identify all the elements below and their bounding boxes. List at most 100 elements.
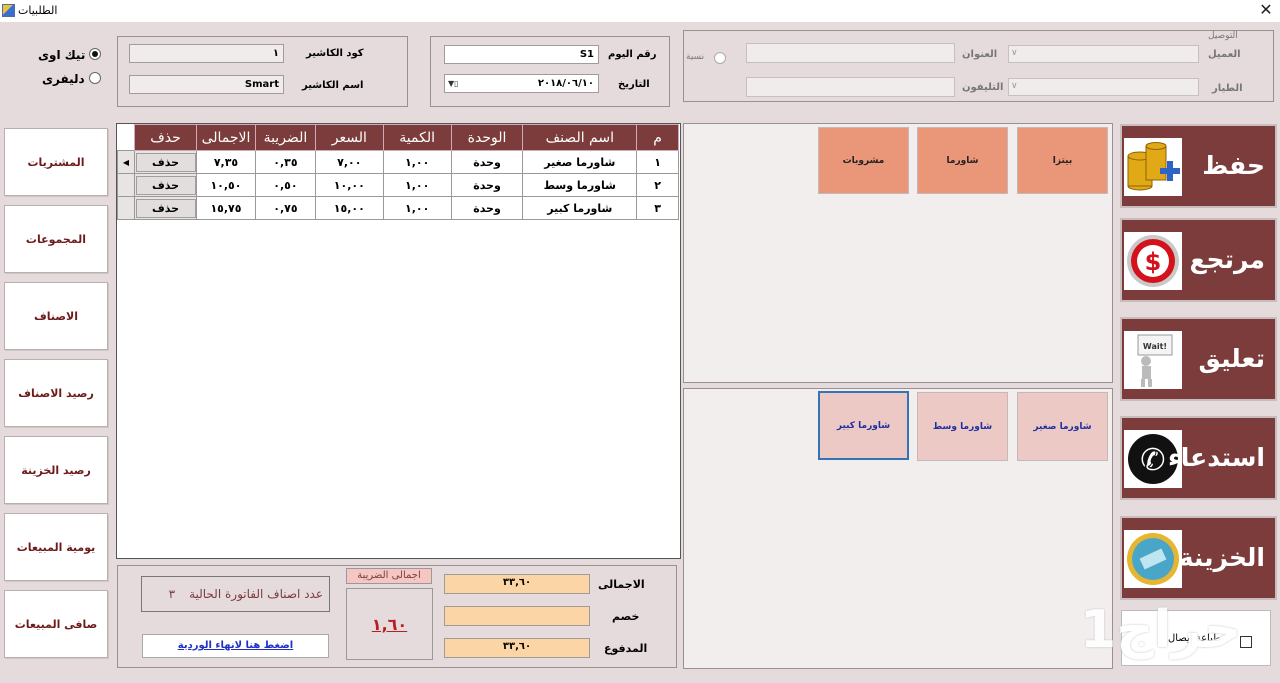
money-badge-icon	[1124, 530, 1182, 588]
delete-row-button[interactable]: حذف	[135, 175, 196, 195]
app-icon	[2, 4, 15, 17]
radio-dot	[89, 48, 101, 60]
discount-label: خصم	[612, 610, 640, 623]
wait-sign-text: Wait!	[1143, 342, 1167, 351]
paid-field[interactable]: ٣٣,٦٠	[444, 638, 590, 658]
col-header-no[interactable]: م	[636, 124, 679, 151]
cell-tax[interactable]: ٠,٣٥	[254, 150, 316, 174]
delivery-group-label: التوصيل	[1208, 31, 1238, 41]
credit-label: نسية	[686, 52, 705, 62]
nav-purchases-button[interactable]: المشتريات	[4, 128, 108, 196]
recall-label: استدعاء	[1167, 443, 1265, 472]
nav-treasury-balance-button[interactable]: رصيد الخزينة	[4, 436, 108, 504]
nav-groups-button[interactable]: المجموعات	[4, 205, 108, 273]
nav-net-sales-button[interactable]: صافى المبيعات	[4, 590, 108, 658]
discount-field[interactable]	[444, 606, 590, 626]
col-header-delete[interactable]: حذف	[134, 124, 197, 151]
delete-row-button[interactable]: حذف	[135, 152, 196, 172]
recall-button[interactable]: ✆ استدعاء	[1120, 416, 1277, 500]
day-number-field[interactable]: S1	[444, 45, 599, 64]
item-count-value: ٣	[168, 587, 176, 601]
delete-row-button[interactable]: حذف	[135, 198, 196, 218]
total-field[interactable]: ٣٣,٦٠	[444, 574, 590, 594]
cell-tax[interactable]: ٠,٧٥	[254, 196, 316, 220]
address-label: العنوان	[962, 49, 998, 60]
save-button[interactable]: حفظ	[1120, 124, 1277, 208]
address-field[interactable]	[746, 43, 955, 63]
phone-field[interactable]	[746, 77, 955, 97]
dollar-icon: $	[1124, 232, 1182, 290]
row-header[interactable]	[116, 173, 136, 197]
cell-price[interactable]: ٧,٠٠	[314, 150, 384, 174]
cell-name[interactable]: شاورما كبير	[522, 196, 638, 220]
title-bar	[0, 0, 1280, 22]
cell-delete: حذف	[134, 196, 197, 220]
cell-no[interactable]: ٣	[636, 196, 679, 220]
col-header-qty[interactable]: الكمية	[382, 124, 452, 151]
cell-total[interactable]: ١٠,٥٠	[196, 173, 256, 197]
cell-unit[interactable]: وحدة	[450, 150, 524, 174]
category-button-pizza[interactable]: بيتزا	[1017, 127, 1108, 194]
item-count-box: ٣ عدد اصناف الفاتورة الحالية	[141, 576, 330, 612]
cell-total[interactable]: ٧,٣٥	[196, 150, 256, 174]
cell-unit[interactable]: وحدة	[450, 196, 524, 220]
nav-daily-sales-button[interactable]: يومية المبيعات	[4, 513, 108, 581]
cell-price[interactable]: ١٠,٠٠	[314, 173, 384, 197]
return-button[interactable]: $ مرتجع	[1120, 218, 1277, 302]
customer-label: العميل	[1208, 49, 1241, 60]
nav-items-button[interactable]: الاصناف	[4, 282, 108, 350]
category-button-shawarma[interactable]: شاورما	[917, 127, 1008, 194]
cashier-code-field[interactable]: ١	[129, 44, 284, 63]
cell-name[interactable]: شاورما وسط	[522, 173, 638, 197]
radio-dot	[89, 72, 101, 84]
table-row[interactable]: ١ شاورما صغير وحدة ١,٠٠ ٧,٠٠ ٠,٣٥ ٧,٣٥ ح…	[116, 150, 679, 174]
row-header[interactable]	[116, 196, 136, 220]
pilot-label: الطيار	[1212, 83, 1243, 94]
cell-total[interactable]: ١٥,٧٥	[196, 196, 256, 220]
treasury-button[interactable]: الخزينة	[1120, 516, 1277, 600]
date-picker[interactable]: ٢٠١٨/٠٦/١٠	[444, 74, 599, 93]
table-row[interactable]: ٢ شاورما وسط وحدة ١,٠٠ ١٠,٠٠ ٠,٥٠ ١٠,٥٠ …	[116, 173, 679, 197]
print-receipt-checkbox[interactable]	[1240, 636, 1252, 648]
cell-qty[interactable]: ١,٠٠	[382, 150, 452, 174]
total-label: الاجمالى	[598, 578, 645, 591]
nav-item-balance-button[interactable]: رصيد الاصناف	[4, 359, 108, 427]
cell-qty[interactable]: ١,٠٠	[382, 196, 452, 220]
col-header-tax[interactable]: الضريبة	[254, 124, 316, 151]
phone-label: التليفون	[962, 82, 1004, 93]
customer-combo[interactable]: ∨	[1008, 45, 1199, 63]
category-button-drinks[interactable]: مشروبات	[818, 127, 909, 194]
table-row[interactable]: ٣ شاورما كبير وحدة ١,٠٠ ١٥,٠٠ ٠,٧٥ ١٥,٧٥…	[116, 196, 679, 220]
svg-text:$: $	[1145, 248, 1162, 276]
watermark-text: حراج1	[1080, 600, 1243, 660]
cashier-name-label: اسم الكاشير	[302, 80, 364, 91]
col-header-total[interactable]: الاجمالى	[196, 124, 256, 151]
cell-unit[interactable]: وحدة	[450, 173, 524, 197]
finish-shift-link[interactable]: اضغط هنا لانهاء الوردية	[142, 634, 329, 658]
treasury-label: الخزينة	[1178, 543, 1265, 572]
cell-price[interactable]: ١٥,٠٠	[314, 196, 384, 220]
pilot-combo[interactable]: ∨	[1008, 78, 1199, 96]
cell-name[interactable]: شاورما صغير	[522, 150, 638, 174]
cell-no[interactable]: ١	[636, 150, 679, 174]
calendar-dropdown-icon[interactable]: ▼▯	[448, 79, 459, 88]
hold-label: تعليق	[1198, 344, 1265, 373]
order-grid[interactable]: م اسم الصنف الوحدة الكمية السعر الضريبة …	[116, 124, 679, 220]
cell-no[interactable]: ٢	[636, 173, 679, 197]
cashier-name-field[interactable]: Smart	[129, 75, 284, 94]
row-selector-icon[interactable]: ◀	[116, 150, 136, 174]
product-button-medium-shawarma[interactable]: شاورما وسط	[917, 392, 1008, 461]
cell-qty[interactable]: ١,٠٠	[382, 173, 452, 197]
save-label: حفظ	[1202, 151, 1265, 180]
close-icon[interactable]: ✕	[1254, 0, 1278, 20]
col-header-name[interactable]: اسم الصنف	[522, 124, 638, 151]
cell-delete: حذف	[134, 173, 197, 197]
day-number-label: رقم اليوم	[608, 49, 657, 60]
credit-radio[interactable]	[714, 52, 726, 64]
col-header-price[interactable]: السعر	[314, 124, 384, 151]
col-header-unit[interactable]: الوحدة	[450, 124, 524, 151]
product-button-small-shawarma[interactable]: شاورما صغير	[1017, 392, 1108, 461]
cell-tax[interactable]: ٠,٥٠	[254, 173, 316, 197]
product-button-large-shawarma[interactable]: شاورما كبير	[818, 391, 909, 460]
hold-button[interactable]: Wait! تعليق	[1120, 317, 1277, 401]
